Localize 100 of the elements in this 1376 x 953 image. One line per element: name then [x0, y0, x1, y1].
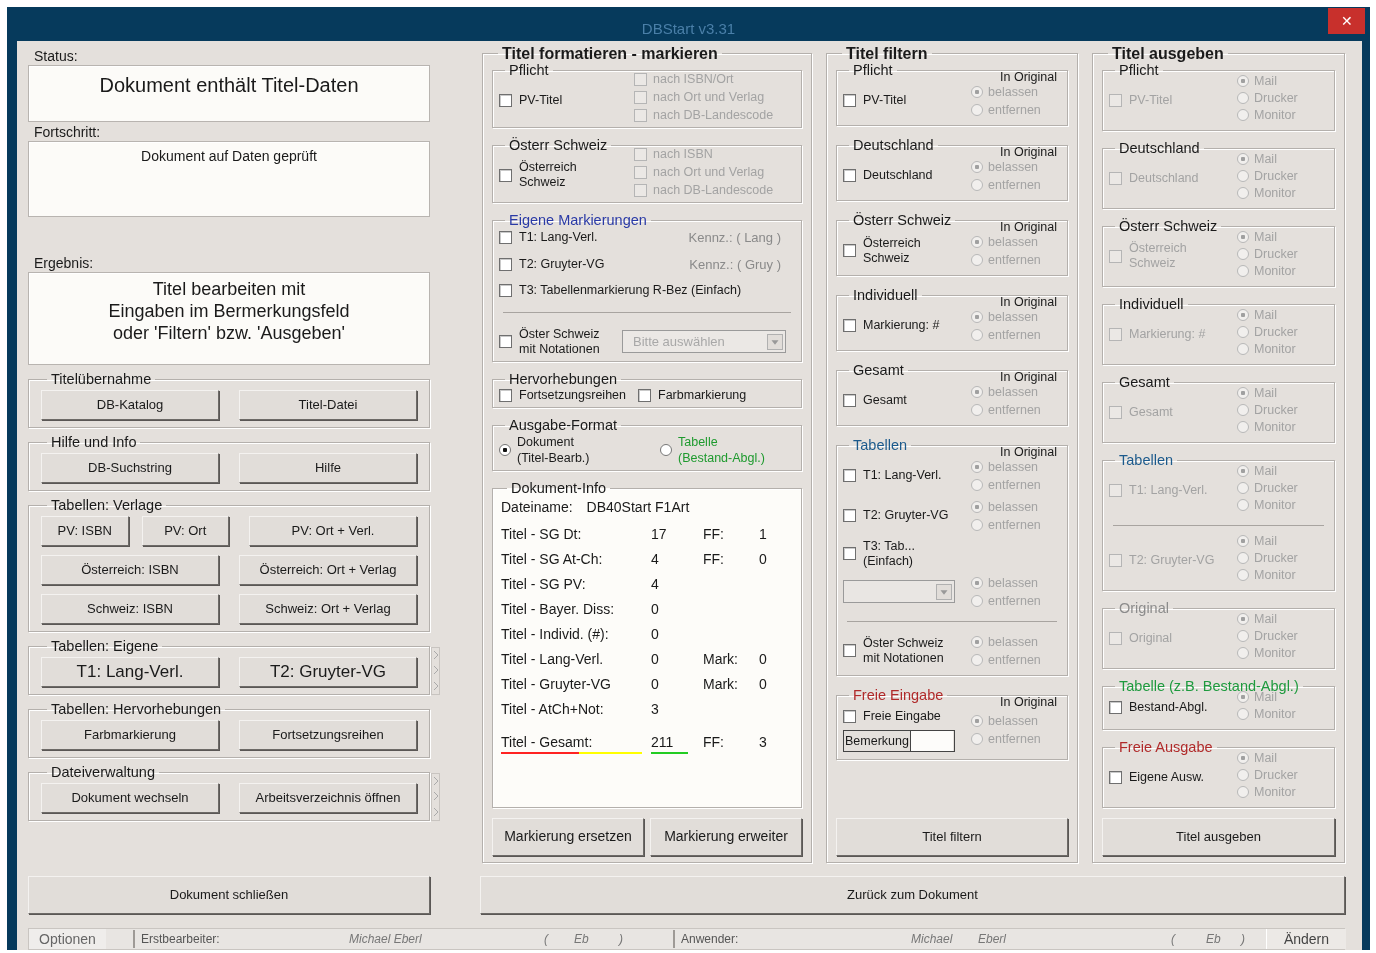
radio-label: Monitor [1254, 185, 1296, 201]
button[interactable]: Österreich: Ort + Verlag [239, 554, 417, 585]
checkbox[interactable] [499, 230, 512, 244]
checkbox[interactable] [1109, 770, 1122, 784]
checkbox-label: Markierung: # [863, 318, 940, 333]
side-strip[interactable] [431, 772, 440, 821]
button[interactable]: Dokument schließen [28, 875, 430, 914]
button[interactable]: Arbeitsverzeichnis öffnen [239, 782, 417, 813]
checkbox[interactable] [499, 93, 512, 107]
button[interactable]: DB-Katalog [41, 389, 219, 420]
result-text: Titel bearbeiten mit Eingaben im Bermerkungsfeld oder 'Filtern' bzw. 'Ausgeben' [28, 271, 430, 365]
group-title: Freie Eingabe [852, 687, 945, 703]
group-title: Individuell [1118, 296, 1185, 312]
checkbox-label: PV-Titel [863, 93, 907, 108]
field-label: Fortschritt: [34, 123, 102, 140]
input-field[interactable]: Bemerkung [843, 729, 955, 752]
button[interactable]: Fortsetzungsreihen [239, 719, 417, 750]
radio-label: Mail [1254, 385, 1277, 401]
button[interactable]: Markierung erweiter [650, 817, 802, 856]
checkbox[interactable] [638, 388, 651, 402]
button[interactable]: DB-Suchstring [41, 452, 219, 483]
button[interactable]: Dokument wechseln [41, 782, 219, 813]
radio-label: Mail [1254, 750, 1277, 766]
checkbox[interactable] [843, 394, 856, 407]
button[interactable]: T2: Gruyter-VG [239, 656, 417, 687]
column-header: In Original [1000, 69, 1057, 85]
radio-label: entfernen [988, 651, 1041, 668]
group-title: Tabellen [852, 437, 908, 453]
chevron-icon [432, 776, 439, 787]
checkbox-label: T1: Lang-Verl. [863, 468, 942, 483]
close-button[interactable]: ✕ [1328, 8, 1365, 34]
field-label: Erstbearbeiter: [133, 929, 349, 948]
group-title: Dateiverwaltung [50, 764, 156, 780]
radio-label: entfernen [988, 401, 1041, 418]
radio-label: belassen [988, 633, 1039, 650]
initials-text: Eb [574, 930, 590, 948]
radio-label: entfernen [988, 326, 1041, 343]
checkbox[interactable] [843, 547, 856, 560]
group-title: Österr Schweiz [1118, 218, 1219, 234]
radio-label: Monitor [1254, 107, 1296, 123]
group-title: Eigene Markierungen [508, 212, 648, 228]
button[interactable]: Titel ausgeben [1102, 817, 1335, 856]
name-text: Michael Eberl [349, 930, 423, 948]
radio-label: belassen [988, 159, 1039, 175]
button[interactable]: Hilfe [239, 452, 417, 483]
button[interactable]: Farbmarkierung [41, 719, 219, 750]
button[interactable]: Titel filtern [836, 817, 1068, 856]
checkbox[interactable] [1109, 701, 1122, 714]
button[interactable]: T1: Lang-Verl. [41, 656, 219, 687]
count-value: 211 [651, 732, 689, 754]
radio-label: Mail [1254, 307, 1277, 323]
tab[interactable]: Optionen [29, 928, 106, 949]
checkbox-label: Österreich Schweiz [1129, 241, 1188, 271]
button[interactable]: PV: Ort + Verl. [249, 515, 417, 546]
radio-button[interactable] [660, 443, 672, 456]
caret-icon [936, 583, 952, 600]
initials-text: Eb [1206, 930, 1222, 948]
group-title: Pflicht [852, 62, 894, 78]
checkbox[interactable] [843, 319, 856, 332]
checkbox[interactable] [499, 283, 512, 297]
chevron-icon [432, 680, 439, 691]
checkbox[interactable] [499, 335, 512, 348]
radio-label: Mail [1254, 611, 1277, 627]
checkbox[interactable] [843, 169, 856, 182]
radio-button[interactable] [499, 443, 511, 456]
checkbox-label: nach ISBN/Ort [653, 71, 734, 87]
checkbox[interactable] [499, 388, 512, 402]
button[interactable]: Titel-Datei [239, 389, 417, 420]
checkbox[interactable] [843, 644, 856, 657]
window-title: DBStart v3.31 [641, 19, 736, 39]
button[interactable]: Ändern [1266, 928, 1346, 949]
group-title: Original [1118, 600, 1170, 616]
field-label: Anwender: [673, 929, 911, 948]
progress-text: Dokument auf Daten geprüft [28, 140, 430, 217]
button[interactable]: Schweiz: Ort + Verlag [239, 593, 417, 624]
button[interactable]: PV: ISBN [41, 515, 129, 546]
group-title: Freie Ausgabe [1118, 739, 1214, 755]
chevron-icon [432, 665, 439, 676]
checkbox-label: Markierung: # [1129, 326, 1206, 342]
button[interactable]: Schweiz: ISBN [41, 593, 219, 624]
radio-label: Drucker [1254, 90, 1298, 106]
checkbox-label: Öster Schweiz mit Notationen [519, 326, 601, 357]
checkbox[interactable] [843, 509, 856, 522]
button[interactable]: Zurück zum Dokument [480, 875, 1345, 914]
checkbox[interactable] [843, 469, 856, 482]
checkbox[interactable] [499, 168, 512, 182]
count-label: Titel - Gesamt: [501, 732, 643, 754]
checkbox[interactable] [499, 258, 512, 272]
column-header: In Original [1000, 294, 1057, 310]
checkbox-label: Österreich Schweiz [519, 160, 578, 190]
checkbox[interactable] [843, 709, 856, 723]
button[interactable]: Österreich: ISBN [41, 554, 219, 585]
group-title: Tabelle (z.B. Bestand-Abgl.) [1118, 678, 1300, 694]
side-strip[interactable] [431, 646, 440, 695]
button[interactable]: PV: Ort [141, 515, 229, 546]
checkbox[interactable] [843, 94, 856, 107]
radio-label: Drucker [1254, 480, 1298, 496]
checkbox-label: Freie Eingabe [863, 708, 941, 724]
button[interactable]: Markierung ersetzen [492, 817, 644, 856]
checkbox[interactable] [843, 244, 856, 257]
